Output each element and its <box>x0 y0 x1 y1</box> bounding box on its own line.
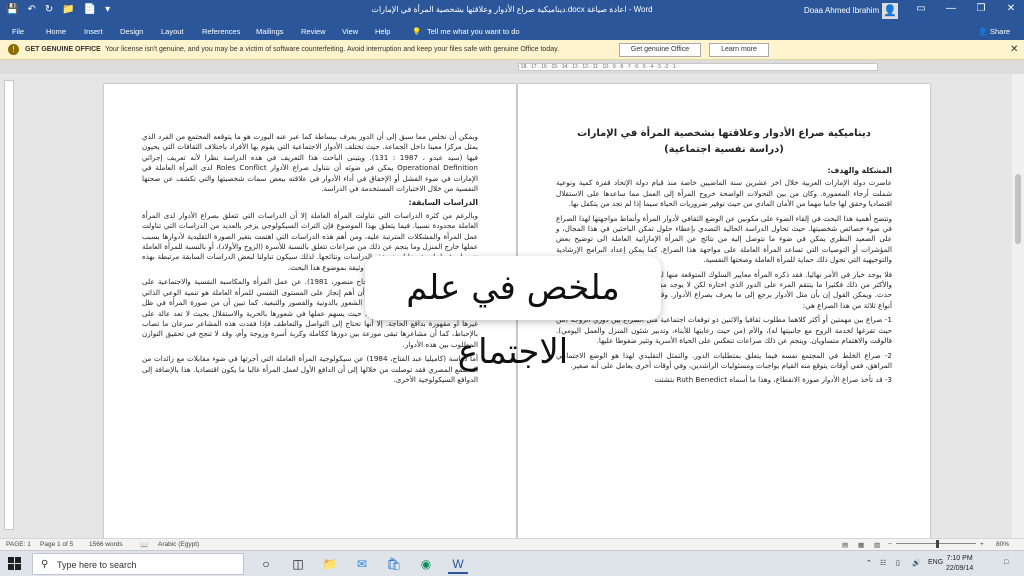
share-icon[interactable]: 👤 <box>978 27 987 36</box>
clock-date: 22/09/14 <box>946 565 974 572</box>
learn-more-button[interactable]: Learn more <box>709 43 769 57</box>
word-window: 💾 ↶ ↻ 📁 📄 ▾ ديناميكية صراع الأدوار وعلاق… <box>0 0 1024 576</box>
store-icon[interactable]: 🛍 <box>384 554 404 574</box>
search-placeholder: Type here to search <box>57 560 137 570</box>
list-item: 3- قد تأخذ صراع الأدوار صورة الانقطاع، و… <box>654 375 892 385</box>
lightbulb-icon: 💡 <box>412 27 422 36</box>
license-warning-bar: ! GET GENUINE OFFICE Your license isn't … <box>0 40 1024 60</box>
restore-button[interactable]: ❐ <box>974 3 988 14</box>
tab-design[interactable]: Design <box>120 27 143 36</box>
tab-help[interactable]: Help <box>375 27 390 36</box>
section-heading: المشكلة والهدف: <box>827 166 892 175</box>
search-icon: ⚲ <box>41 559 49 570</box>
ribbon-tabs: File Home Insert Design Layout Reference… <box>0 22 1024 40</box>
paragraph: عاصرت دولة الإمارات العربية خلال اخر عشر… <box>556 178 892 209</box>
paragraph: أما دراسة (كاميليا عبد الفتاح، 1984) عن … <box>142 354 478 384</box>
taskbar-search-box[interactable]: ⚲ Type here to search <box>32 553 244 575</box>
language-status[interactable]: Arabic (Egypt) <box>158 541 199 548</box>
taskbar-clock[interactable]: 7:10 PM 22/09/14 <box>946 554 973 574</box>
document-title: ديناميكية صراع الأدوار وعلاقتها بشخصية ا… <box>556 126 892 158</box>
list-item: 2- صراع الخلط في المجتمع نفسه فيما يتعلق… <box>556 350 892 370</box>
word-count[interactable]: 1566 words <box>89 541 123 548</box>
file-explorer-icon[interactable]: 📁 <box>320 554 340 574</box>
tab-references[interactable]: References <box>202 27 240 36</box>
edge-icon[interactable]: ◉ <box>416 554 436 574</box>
web-layout-icon[interactable]: ▧ <box>874 541 880 549</box>
title-line: ديناميكية صراع الأدوار وعلاقتها بشخصية ا… <box>577 128 871 139</box>
get-genuine-office-button[interactable]: Get genuine Office <box>619 43 701 57</box>
print-layout-icon[interactable]: ▦ <box>858 541 864 549</box>
subtitle-line: (دراسة نفسية اجتماعية) <box>664 144 784 155</box>
task-view-icon[interactable]: ◫ <box>288 554 308 574</box>
vertical-scrollbar[interactable] <box>1012 74 1024 538</box>
horizontal-ruler[interactable]: ·18· ·17· ·16· ·15· ·14· ·13· ·12· ·11· … <box>518 63 878 71</box>
tab-home[interactable]: Home <box>46 27 66 36</box>
page-count[interactable]: Page 1 of 5 <box>40 541 73 548</box>
close-button[interactable]: ✕ <box>1004 3 1018 14</box>
word-app-icon[interactable]: W <box>448 554 468 574</box>
avatar[interactable]: 👤 <box>882 3 898 19</box>
zoom-slider-thumb[interactable] <box>936 540 939 548</box>
status-bar: PAGE: 1 Page 1 of 5 1566 words 📖 Arabic … <box>0 538 1024 550</box>
zoom-in-icon[interactable]: + <box>980 541 984 548</box>
warning-label: GET GENUINE OFFICE <box>25 46 101 53</box>
user-name[interactable]: Doaa Ahmed Ibrahim <box>804 6 879 15</box>
minimize-button[interactable]: — <box>944 3 958 14</box>
volume-icon[interactable]: 🔊 <box>912 559 921 567</box>
network-icon[interactable]: ☷ <box>880 559 886 567</box>
zoom-out-icon[interactable]: − <box>888 541 892 548</box>
show-hidden-icons-icon[interactable]: ⌃ <box>866 559 872 567</box>
tell-me-box[interactable]: Tell me what you want to do <box>427 27 520 36</box>
title-bar: 💾 ↶ ↻ 📁 📄 ▾ ديناميكية صراع الأدوار وعلاق… <box>0 0 1024 22</box>
action-center-icon[interactable]: □ <box>1004 559 1008 566</box>
paragraph: ويمكن أن نخلص مما سبق إلى أن الدور يعرف … <box>142 132 478 194</box>
warning-message: Your license isn't genuine, and you may … <box>105 46 560 53</box>
input-language[interactable]: ENG <box>928 559 943 566</box>
windows-taskbar: ⚲ Type here to search ○ ◫ 📁 ✉ 🛍 ◉ W ⌃ ☷ … <box>0 550 1024 576</box>
section-heading: الدراسات السابقة: <box>408 198 478 208</box>
tab-mailings[interactable]: Mailings <box>256 27 284 36</box>
ruler-bar: ·18· ·17· ·16· ·15· ·14· ·13· ·12· ·11· … <box>0 60 1024 74</box>
share-button[interactable]: Share <box>990 27 1010 36</box>
ribbon-display-options-button[interactable]: ▭ <box>914 3 928 14</box>
tab-review[interactable]: Review <box>301 27 326 36</box>
windows-start-icon[interactable] <box>8 557 22 571</box>
warning-icon: ! <box>8 44 19 55</box>
clock-time: 7:10 PM <box>946 555 973 562</box>
zoom-level[interactable]: 80% <box>996 541 1009 548</box>
title-overlay: ملخص في علم الاجتماع <box>365 256 661 372</box>
read-mode-icon[interactable]: ▤ <box>842 541 848 549</box>
tab-file[interactable]: File <box>12 27 24 36</box>
tab-insert[interactable]: Insert <box>84 27 103 36</box>
proofing-icon[interactable]: 📖 <box>140 541 148 549</box>
close-icon[interactable]: ✕ <box>1010 44 1018 55</box>
page-number-label[interactable]: PAGE: 1 <box>6 541 31 548</box>
notification-tray-icon[interactable]: ▯ <box>896 559 900 567</box>
cortana-icon[interactable]: ○ <box>256 554 276 574</box>
tab-layout[interactable]: Layout <box>161 27 184 36</box>
scrollbar-thumb[interactable] <box>1015 174 1021 244</box>
tab-view[interactable]: View <box>342 27 358 36</box>
mail-icon[interactable]: ✉ <box>352 554 372 574</box>
vertical-ruler[interactable] <box>4 80 14 530</box>
